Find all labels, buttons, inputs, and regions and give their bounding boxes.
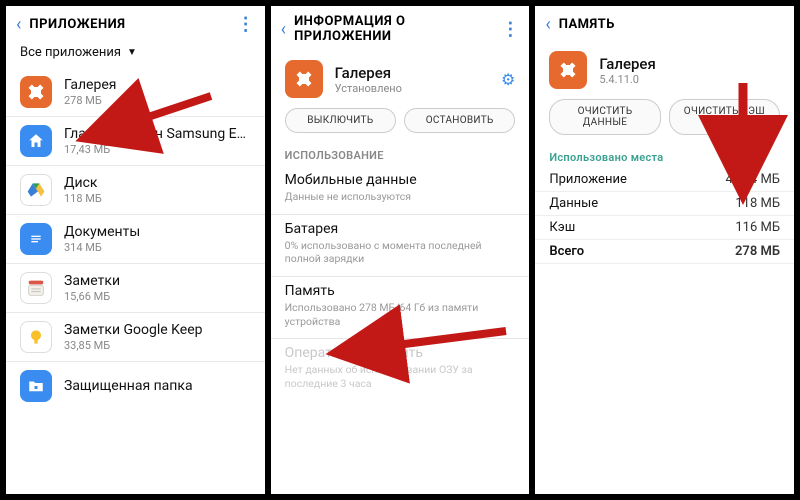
app-size: 314 МБ [64,241,251,254]
app-status: Установлено [335,82,501,95]
app-info-screen: ‹ ИНФОРМАЦИЯ О ПРИЛОЖЕНИИ ⋮ Галерея Уста… [271,6,530,494]
battery-row[interactable]: Батарея 0% использовано с момента послед… [271,215,530,277]
app-header: Галерея Установлено ⚙ [271,50,530,108]
header: ‹ ПАМЯТЬ [535,6,794,41]
app-header: Галерея 5.4.11.0 [535,41,794,99]
app-size: 118 МБ [64,192,251,205]
filter-dropdown[interactable]: Все приложения ▼ [6,41,265,68]
keep-icon [20,321,52,353]
app-size: 15,66 МБ [64,290,251,303]
page-title: ПАМЯТЬ [559,17,784,32]
app-size: 17,43 МБ [64,143,251,156]
apps-list: Галерея 278 МБ Главный экран Samsung Exp… [6,68,265,494]
app-item-docs[interactable]: Документы 314 МБ [6,215,265,264]
app-name: Заметки [64,273,251,289]
filter-label: Все приложения [20,45,121,60]
docs-icon [20,223,52,255]
mobile-data-row[interactable]: Мобильные данные Данные не используются [271,166,530,215]
app-size: 278 МБ [64,94,251,107]
storage-used-header: Использовано места [535,145,794,168]
button-row: ОЧИСТИТЬ ДАННЫЕ ОЧИСТИТЬ КЭШ [535,99,794,145]
more-icon[interactable]: ⋮ [501,19,519,40]
app-name: Главный экран Samsung Experie.. [64,126,251,142]
storage-row[interactable]: Память Использовано 278 МБ/64 Гб из памя… [271,277,530,339]
drive-icon [20,174,52,206]
more-icon[interactable]: ⋮ [237,14,255,35]
page-title: ПРИЛОЖЕНИЯ [29,17,236,32]
clear-data-button[interactable]: ОЧИСТИТЬ ДАННЫЕ [549,99,660,135]
chevron-down-icon: ▼ [127,47,137,58]
storage-data-row: Данные 118 МБ [535,192,794,216]
button-row: ВЫКЛЮЧИТЬ ОСТАНОВИТЬ [271,108,530,143]
app-name: Галерея [64,77,251,93]
storage-screen: ‹ ПАМЯТЬ Галерея 5.4.11.0 ОЧИСТИТЬ ДАННЫ… [535,6,794,494]
back-icon[interactable]: ‹ [281,19,286,40]
storage-cache-row: Кэш 116 МБ [535,216,794,240]
back-icon[interactable]: ‹ [16,14,21,35]
app-item-keep[interactable]: Заметки Google Keep 33,85 МБ [6,313,265,362]
app-size: 33,85 МБ [64,339,251,352]
app-name: Галерея [599,55,780,73]
app-item-gallery[interactable]: Галерея 278 МБ [6,68,265,117]
header: ‹ ПРИЛОЖЕНИЯ ⋮ [6,6,265,41]
apps-list-screen: ‹ ПРИЛОЖЕНИЯ ⋮ Все приложения ▼ Галерея … [6,6,265,494]
clear-cache-button[interactable]: ОЧИСТИТЬ КЭШ [669,99,780,135]
gallery-icon [549,51,587,89]
app-name: Защищенная папка [64,378,251,394]
gear-icon[interactable]: ⚙ [501,70,515,89]
page-title: ИНФОРМАЦИЯ О ПРИЛОЖЕНИИ [294,14,501,44]
back-icon[interactable]: ‹ [545,14,550,35]
storage-total-row: Всего 278 МБ [535,240,794,264]
app-name: Диск [64,175,251,191]
app-name: Галерея [335,64,501,82]
gallery-icon [20,76,52,108]
app-item-home[interactable]: Главный экран Samsung Experie.. 17,43 МБ [6,117,265,166]
gallery-icon [285,60,323,98]
stop-button[interactable]: ОСТАНОВИТЬ [404,108,515,133]
app-item-notes[interactable]: Заметки 15,66 МБ [6,264,265,313]
secure-folder-icon [20,370,52,402]
app-name: Документы [64,224,251,240]
storage-app-row: Приложение 44,04 МБ [535,168,794,192]
header: ‹ ИНФОРМАЦИЯ О ПРИЛОЖЕНИИ ⋮ [271,6,530,50]
ram-row[interactable]: Оперативная память Нет данных об использ… [271,339,530,400]
app-item-secure-folder[interactable]: Защищенная папка [6,362,265,410]
app-name: Заметки Google Keep [64,322,251,338]
app-version: 5.4.11.0 [599,73,780,86]
notes-icon [20,272,52,304]
app-item-drive[interactable]: Диск 118 МБ [6,166,265,215]
usage-section-header: ИСПОЛЬЗОВАНИЕ [271,143,530,166]
disable-button[interactable]: ВЫКЛЮЧИТЬ [285,108,396,133]
home-icon [20,125,52,157]
